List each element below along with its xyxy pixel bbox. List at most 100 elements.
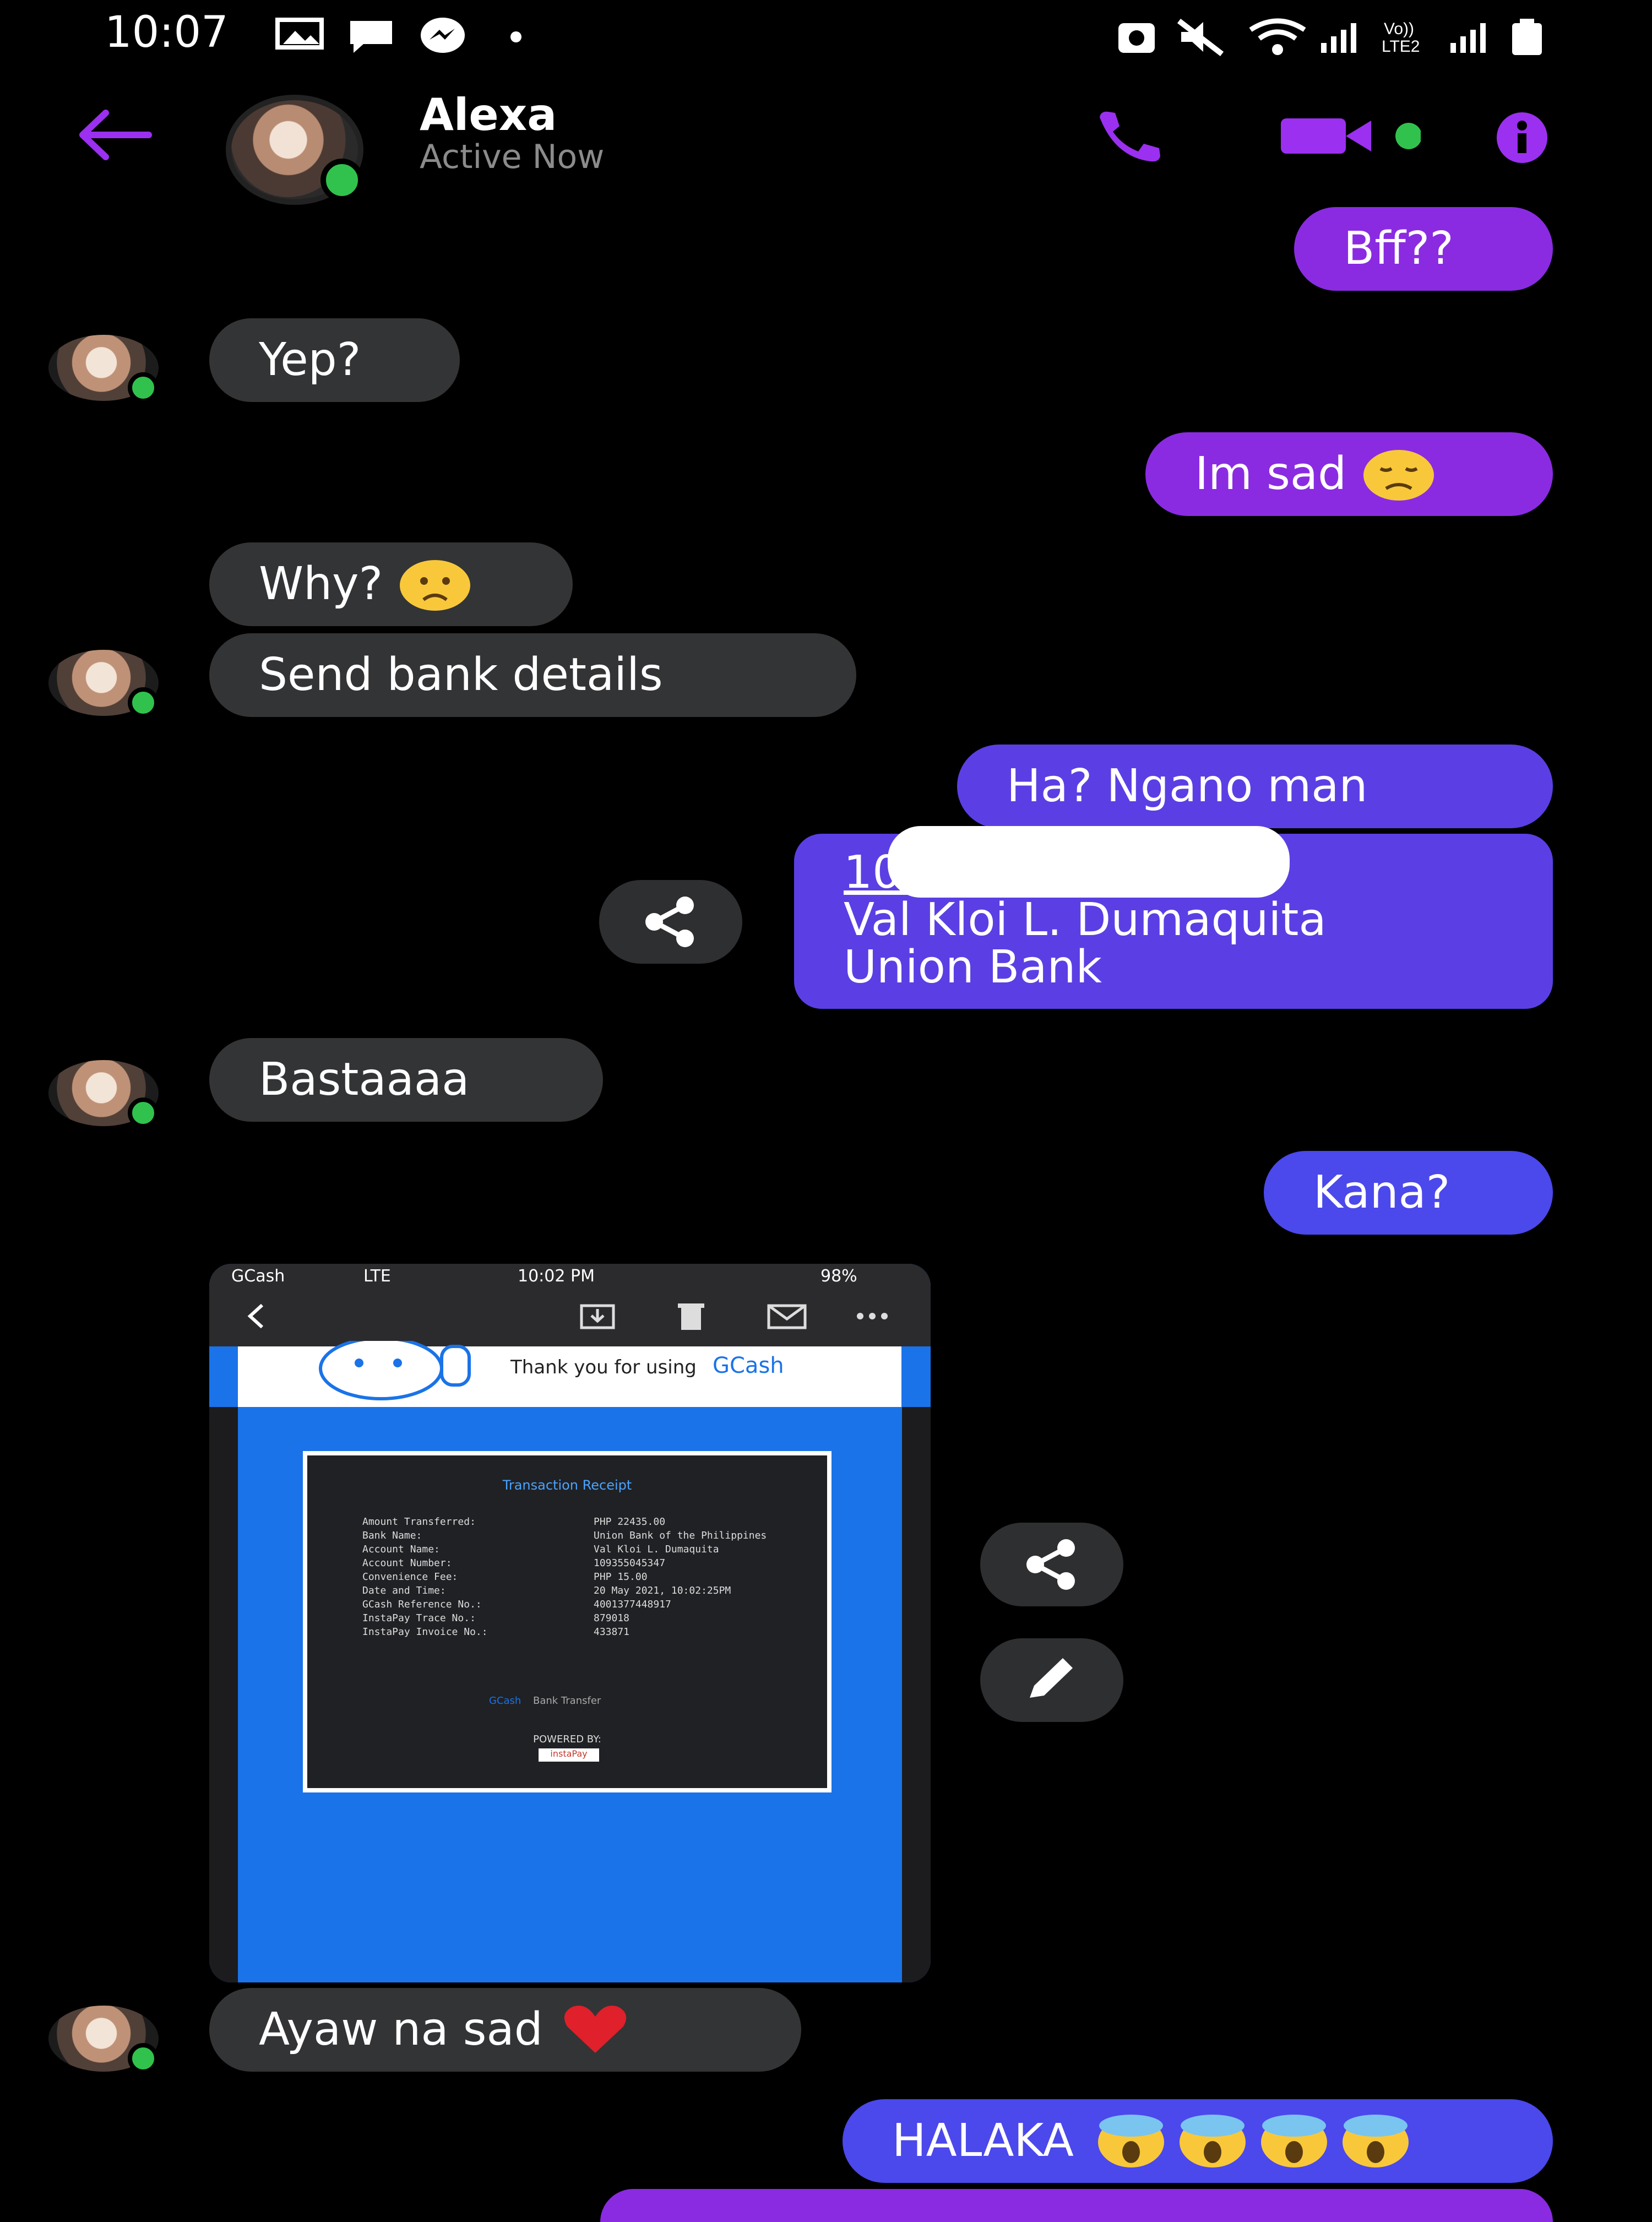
avatar[interactable] (48, 335, 159, 403)
online-indicator (128, 372, 159, 403)
incoming-message[interactable]: Yep? (209, 318, 460, 402)
message-text: Ayaw na sad (259, 2003, 543, 2056)
receipt-row-label: Convenience Fee: (362, 1571, 458, 1583)
receipt-row-label: InstaPay Invoice No.: (362, 1626, 488, 1638)
message-text: Why? (259, 558, 383, 610)
outgoing-message[interactable]: Im sad (1145, 432, 1553, 516)
message-text: Ha? Ngano man (1007, 760, 1368, 812)
frowning-face-icon (400, 560, 471, 611)
outgoing-message[interactable]: Ha? Ngano man (957, 745, 1553, 828)
image-back-icon (247, 1303, 264, 1329)
image-trash-icon (678, 1303, 704, 1330)
receipt-row-value: PHP 15.00 (594, 1571, 648, 1583)
image-frame-right (902, 1407, 931, 1982)
info-icon[interactable] (1481, 110, 1564, 165)
volte-icon: Vo))LTE2 (1382, 20, 1420, 56)
powered-by-text: POWERED BY: (533, 1734, 601, 1745)
receipt-row-label: Account Name: (362, 1544, 440, 1555)
outgoing-message[interactable]: Bff?? (1294, 207, 1553, 291)
mute-icon (1177, 19, 1224, 56)
avatar[interactable] (48, 650, 159, 718)
account-name-text: Val Kloi L. Dumaquita (844, 894, 1327, 946)
receipt-footer-label: Bank Transfer (533, 1695, 601, 1707)
signal-2-icon (1450, 23, 1486, 53)
receipt-footer-brand: GCash (489, 1695, 521, 1707)
presence-status: Active Now (420, 138, 605, 176)
outgoing-message[interactable]: HALAKA (843, 2099, 1553, 2183)
svg-text:Vo)): Vo)) (1384, 20, 1414, 38)
thank-you-banner: Thank you for using GCash (238, 1341, 901, 1407)
dot-icon (510, 31, 521, 42)
share-icon (1026, 1539, 1075, 1590)
wifi-icon (1249, 18, 1306, 55)
receipt-row-label: Bank Name: (362, 1530, 422, 1541)
image-mail-icon (767, 1304, 807, 1329)
outgoing-message-partial[interactable] (600, 2189, 1553, 2222)
receipt-row-value: 20 May 2021, 10:02:25PM (594, 1585, 731, 1596)
screaming-face-icons (1097, 2115, 1409, 2167)
image-download-icon (580, 1304, 615, 1329)
share-image-button[interactable] (980, 1523, 1123, 1606)
message-text: Im sad (1195, 448, 1347, 500)
signal-icon (1321, 23, 1356, 53)
online-indicator (128, 687, 159, 718)
receipt-row-label: InstaPay Trace No.: (362, 1612, 476, 1624)
online-indicator (128, 1098, 159, 1128)
instapay-logo: instaPay (539, 1748, 599, 1762)
contact-name[interactable]: Alexa (420, 89, 557, 140)
incoming-message[interactable]: Bastaaaa (209, 1038, 603, 1122)
video-call-icon[interactable] (1278, 113, 1421, 157)
thank-you-text: Thank you for using (510, 1356, 697, 1378)
incoming-message[interactable]: Why? (209, 542, 573, 626)
back-arrow-icon[interactable] (72, 107, 154, 162)
gcash-mascot-icon (319, 1341, 471, 1400)
phone-icon[interactable] (1093, 107, 1176, 162)
receipt-row-label: Account Number: (362, 1557, 452, 1569)
receipt-title: Transaction Receipt (502, 1477, 632, 1493)
message-text: Yep? (259, 334, 361, 386)
contact-avatar[interactable] (226, 95, 363, 205)
message-text: Bastaaaa (259, 1053, 470, 1106)
outgoing-message-bank-details[interactable]: 10 7 Val Kloi L. Dumaquita Union Bank (794, 826, 1553, 1009)
share-button[interactable] (599, 880, 742, 964)
receipt-row-value: 4001377448917 (594, 1599, 671, 1610)
incoming-message[interactable]: Send bank details (209, 633, 856, 717)
receipt-row-value: Union Bank of the Philippines (594, 1530, 767, 1541)
outgoing-message[interactable]: Kana? (1264, 1151, 1553, 1235)
online-indicator (320, 159, 363, 202)
messenger-icon (421, 18, 465, 53)
edit-image-button[interactable] (980, 1638, 1123, 1722)
message-text: Send bank details (259, 649, 663, 701)
avatar[interactable] (48, 2006, 159, 2074)
image-status-battery: 98% (820, 1267, 857, 1286)
image-status-time: 10:02 PM (518, 1267, 595, 1286)
online-indicator (128, 2043, 159, 2074)
image-status-carrier: GCash (231, 1267, 285, 1286)
receipt-row-label: Amount Transferred: (362, 1516, 476, 1528)
svg-text:LTE2: LTE2 (1382, 37, 1420, 56)
avatar[interactable] (48, 1060, 159, 1128)
status-bar: 10:07 Vo)) LTE2 (0, 0, 1652, 72)
transaction-receipt-card: Transaction Receipt Amount Transferred: P… (303, 1451, 832, 1792)
receipt-row-value: Val Kloi L. Dumaquita (594, 1544, 719, 1555)
message-text: HALAKA (892, 2115, 1074, 2167)
gcash-brand-text: GCash (713, 1353, 784, 1378)
receipt-row-value: 109355045347 (594, 1557, 666, 1569)
battery-saver-icon (1118, 23, 1155, 53)
battery-icon (1512, 19, 1542, 55)
image-frame-left (209, 1407, 238, 1982)
message-text: Bff?? (1344, 222, 1454, 275)
receipt-row-value: 433871 (594, 1626, 630, 1638)
image-more-icon (857, 1313, 888, 1319)
redaction-mark (888, 826, 1290, 898)
incoming-message[interactable]: Ayaw na sad (209, 1988, 801, 2072)
message-text: Kana? (1313, 1166, 1450, 1219)
receipt-row-value: 879018 (594, 1612, 630, 1624)
shared-image-receipt[interactable]: GCash LTE 10:02 PM 98% Thank you for usi… (209, 1264, 931, 1982)
image-top-bar: GCash LTE 10:02 PM 98% (209, 1264, 931, 1346)
pencil-icon (1030, 1658, 1073, 1698)
disappointed-face-icon (1363, 450, 1434, 501)
red-heart-icon (564, 2006, 626, 2053)
status-time: 10:07 (105, 8, 229, 57)
image-status-network: LTE (363, 1267, 391, 1286)
